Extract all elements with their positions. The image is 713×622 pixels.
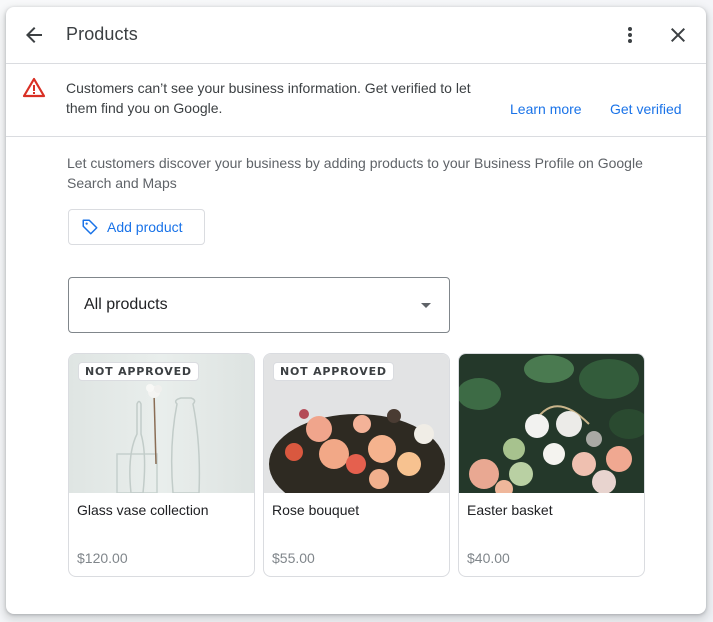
dialog-header: Products — [6, 7, 706, 64]
status-badge: NOT APPROVED — [273, 362, 394, 381]
product-price: $40.00 — [467, 550, 510, 566]
products-dialog: Products Customers can’t see your busine… — [6, 7, 706, 614]
tag-icon — [81, 218, 99, 236]
product-card[interactable]: Easter basket $40.00 — [458, 353, 645, 577]
verification-banner: Customers can’t see your business inform… — [6, 64, 706, 137]
close-icon — [671, 28, 685, 42]
dropdown-arrow-icon — [421, 303, 431, 308]
more-options-button[interactable] — [610, 15, 650, 55]
status-badge: NOT APPROVED — [78, 362, 199, 381]
add-product-button[interactable]: Add product — [68, 209, 205, 245]
product-filter-value: All products — [84, 296, 168, 313]
product-price: $55.00 — [272, 550, 315, 566]
warning-icon — [22, 76, 46, 105]
product-card[interactable]: NOT APPROVED Glass vase collection $120.… — [68, 353, 255, 577]
get-verified-link[interactable]: Get verified — [610, 101, 682, 117]
product-name: Rose bouquet — [272, 502, 360, 518]
add-product-label: Add product — [107, 219, 183, 235]
banner-message: Customers can’t see your business inform… — [66, 80, 471, 116]
product-filter-select[interactable]: All products — [68, 277, 450, 333]
product-image — [459, 354, 644, 493]
back-button[interactable] — [14, 15, 54, 55]
dialog-title: Products — [66, 24, 138, 44]
products-description: Let customers discover your business by … — [67, 155, 643, 191]
product-price: $120.00 — [77, 550, 128, 566]
learn-more-link[interactable]: Learn more — [510, 101, 582, 117]
product-image: NOT APPROVED — [69, 354, 254, 493]
more-vert-icon — [628, 27, 632, 43]
product-list: NOT APPROVED Glass vase collection $120.… — [68, 353, 645, 577]
product-card[interactable]: NOT APPROVED Rose bouquet $55.00 — [263, 353, 450, 577]
close-button[interactable] — [658, 15, 698, 55]
product-image: NOT APPROVED — [264, 354, 449, 493]
product-name: Glass vase collection — [77, 502, 209, 518]
arrow-back-icon — [26, 27, 42, 43]
product-name: Easter basket — [467, 502, 553, 518]
